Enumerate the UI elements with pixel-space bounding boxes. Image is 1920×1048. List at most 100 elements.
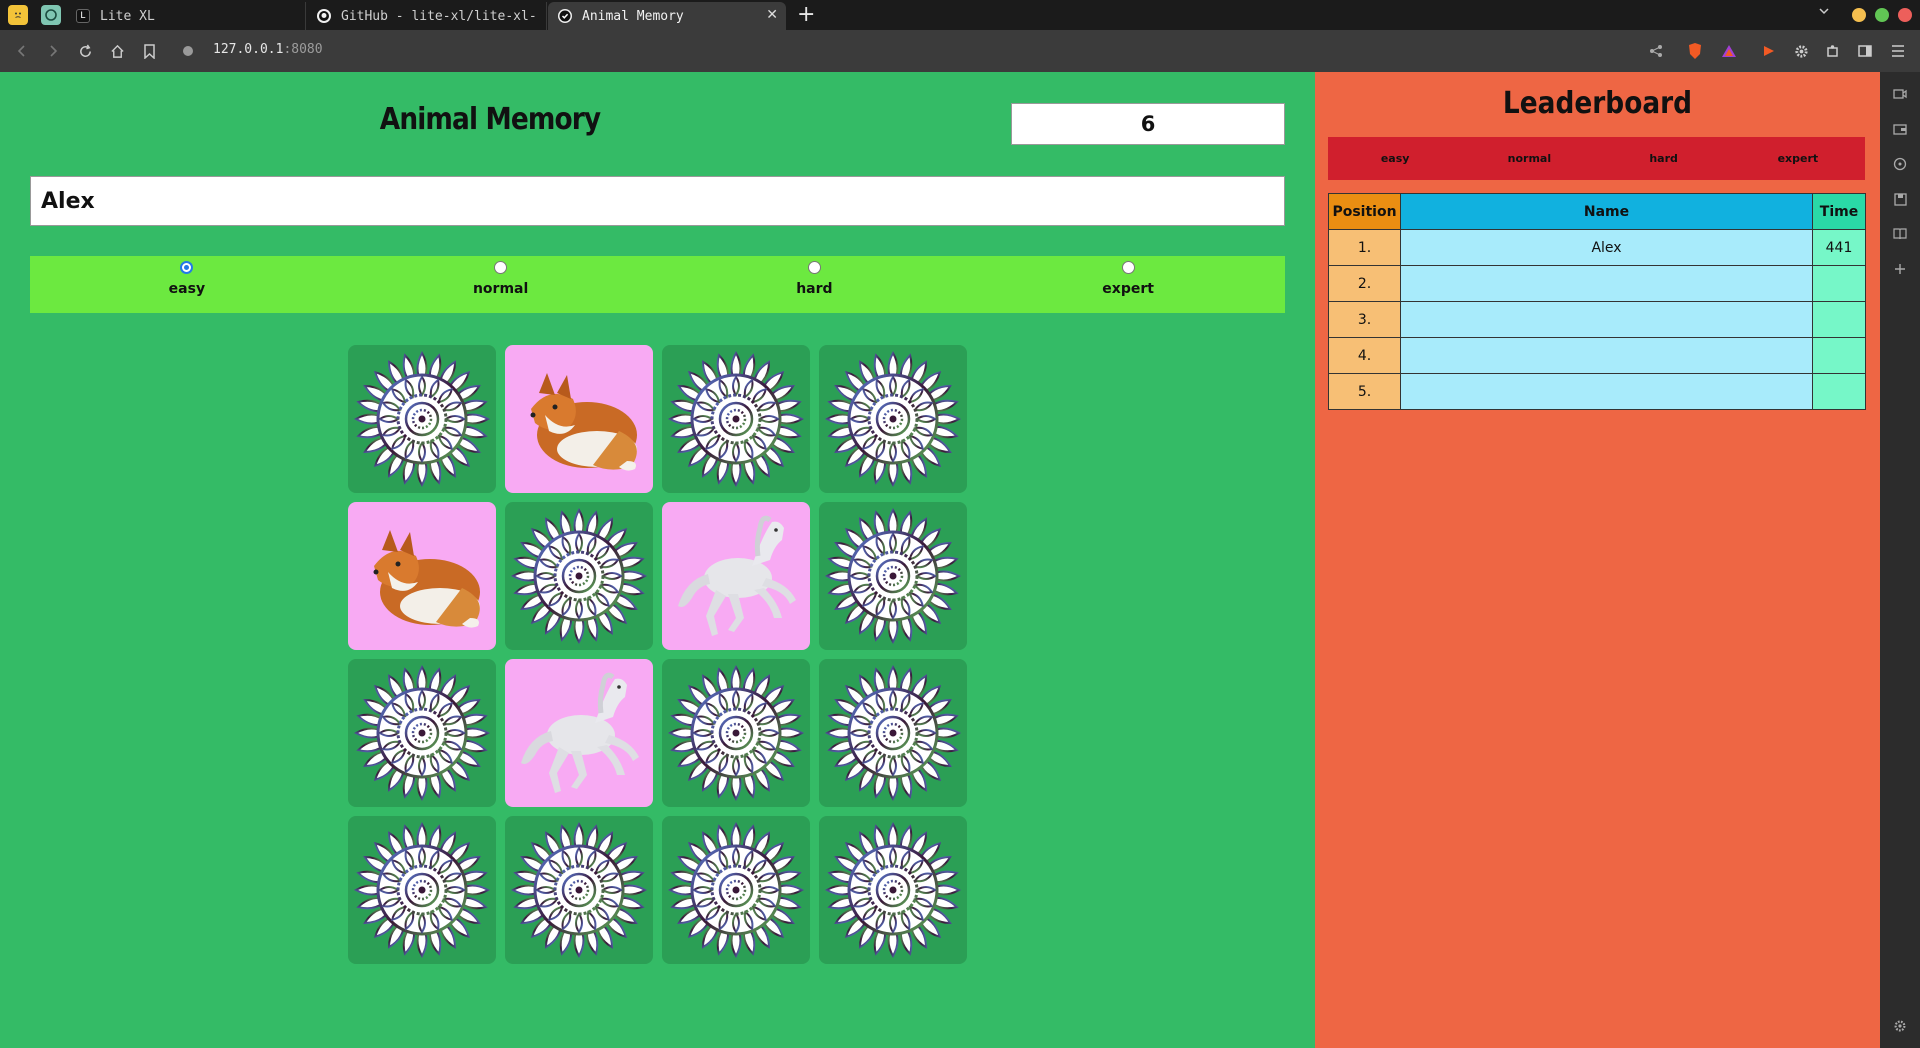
wallet-icon[interactable] (1891, 120, 1909, 138)
leaderboard-tab-expert[interactable]: expert (1731, 137, 1865, 180)
cell-time (1812, 337, 1866, 374)
memory-card-hidden[interactable] (505, 816, 653, 964)
site-info-icon[interactable] (183, 46, 193, 56)
add-icon[interactable] (1891, 260, 1909, 278)
sidebar-toggle-icon[interactable] (1853, 39, 1877, 63)
leaderboard-tab-easy[interactable]: easy (1328, 137, 1462, 180)
leaderboard-tab-hard[interactable]: hard (1597, 137, 1731, 180)
minimize-window-button[interactable] (1852, 8, 1866, 22)
puzzle-icon[interactable] (1821, 39, 1845, 63)
chatgpt-icon[interactable] (41, 5, 61, 25)
horse-image (509, 663, 649, 803)
tab-animal-memory[interactable]: Animal Memory ✕ (548, 2, 786, 30)
share-icon[interactable] (1644, 39, 1668, 63)
cell-position: 5. (1328, 373, 1401, 410)
close-window-button[interactable] (1898, 8, 1912, 22)
memory-card-hidden[interactable] (662, 816, 810, 964)
difficulty-option-normal[interactable]: normal (344, 256, 658, 313)
address-bar[interactable]: 127.0.0.1:8080 (213, 42, 323, 57)
settings-gear-icon[interactable] (1789, 39, 1813, 63)
memory-card-fox[interactable] (348, 502, 496, 650)
memory-card-hidden[interactable] (348, 816, 496, 964)
bookmark-icon[interactable] (137, 39, 161, 63)
difficulty-radio[interactable] (807, 261, 821, 274)
difficulty-option-expert[interactable]: expert (971, 256, 1285, 313)
browser-toolbar: 127.0.0.1:8080 (0, 30, 1920, 72)
mandala-card-back-icon (352, 820, 492, 960)
memory-card-horse[interactable] (662, 502, 810, 650)
maximize-window-button[interactable] (1875, 8, 1889, 22)
cell-time: 441 (1812, 229, 1866, 266)
emoji-face-icon[interactable] (8, 5, 28, 25)
cell-name (1400, 265, 1813, 302)
tab-github[interactable]: GitHub - lite-xl/lite-xl- (307, 2, 547, 30)
difficulty-option-easy[interactable]: easy (30, 256, 344, 313)
memory-card-hidden[interactable] (662, 345, 810, 493)
cell-time (1812, 301, 1866, 338)
difficulty-radio[interactable] (180, 261, 194, 274)
fox-image (352, 506, 492, 646)
memory-card-horse[interactable] (505, 659, 653, 807)
leaderboard-title: Leaderboard (1502, 86, 1693, 121)
video-icon[interactable] (1891, 85, 1909, 103)
brave-rewards-icon[interactable] (1717, 39, 1741, 63)
back-icon[interactable] (10, 39, 34, 63)
player-name-input[interactable] (30, 176, 1285, 226)
memory-card-hidden[interactable] (819, 345, 967, 493)
mandala-card-back-icon (823, 820, 963, 960)
url-port: :8080 (283, 42, 323, 57)
cell-time (1812, 265, 1866, 302)
reload-icon[interactable] (73, 39, 97, 63)
home-icon[interactable] (105, 39, 129, 63)
memory-card-hidden[interactable] (819, 659, 967, 807)
mandala-card-back-icon (666, 820, 806, 960)
mandala-card-back-icon (509, 820, 649, 960)
table-row: 1. Alex 441 (1328, 229, 1866, 266)
difficulty-radio[interactable] (1121, 261, 1135, 274)
memory-card-hidden[interactable] (819, 502, 967, 650)
lite-xl-icon: L (76, 9, 90, 23)
save-icon[interactable] (1891, 190, 1909, 208)
cell-position: 4. (1328, 337, 1401, 374)
memory-card-hidden[interactable] (662, 659, 810, 807)
cell-position: 2. (1328, 265, 1401, 302)
menu-icon[interactable] (1886, 39, 1910, 63)
tab-lite-xl[interactable]: L Lite XL (66, 2, 306, 30)
table-row: 4. (1328, 337, 1866, 374)
memory-card-hidden[interactable] (348, 345, 496, 493)
cell-position: 3. (1328, 301, 1401, 338)
memory-card-hidden[interactable] (348, 659, 496, 807)
mandala-card-back-icon (823, 663, 963, 803)
table-row: 5. (1328, 373, 1866, 410)
mandala-card-back-icon (509, 506, 649, 646)
brave-shield-icon[interactable] (1683, 39, 1707, 63)
forward-icon[interactable] (41, 39, 65, 63)
tab-title: GitHub - lite-xl/lite-xl- (341, 8, 537, 24)
extension-icon[interactable] (1757, 39, 1781, 63)
chevron-down-icon[interactable] (1818, 5, 1830, 20)
new-tab-button[interactable]: + (797, 3, 815, 27)
reading-list-icon[interactable] (1891, 225, 1909, 243)
sidebar-settings-icon[interactable] (1891, 1017, 1909, 1035)
memory-card-hidden[interactable] (505, 502, 653, 650)
memory-card-hidden[interactable] (819, 816, 967, 964)
page-icon (558, 9, 572, 23)
page-content: Animal Memory 6 easynormalhardexpert Lea… (0, 72, 1880, 1048)
tab-title: Animal Memory (582, 8, 684, 24)
leaderboard-tab-normal[interactable]: normal (1462, 137, 1596, 180)
cell-time (1812, 373, 1866, 410)
leaderboard-panel: Leaderboard easy normal hard expert Positio… (1315, 72, 1880, 1048)
github-icon (317, 9, 331, 23)
difficulty-radio[interactable] (494, 261, 508, 274)
chat-icon[interactable] (1891, 155, 1909, 173)
close-tab-icon[interactable]: ✕ (766, 7, 778, 23)
difficulty-label: expert (1102, 281, 1154, 297)
memory-card-fox[interactable] (505, 345, 653, 493)
mandala-card-back-icon (666, 349, 806, 489)
leaderboard-difficulty-tabs: easy normal hard expert (1328, 137, 1865, 180)
mandala-card-back-icon (823, 506, 963, 646)
column-header-name: Name (1400, 193, 1813, 230)
url-host: 127.0.0.1 (213, 42, 284, 57)
cell-name (1400, 337, 1813, 374)
difficulty-option-hard[interactable]: hard (658, 256, 972, 313)
